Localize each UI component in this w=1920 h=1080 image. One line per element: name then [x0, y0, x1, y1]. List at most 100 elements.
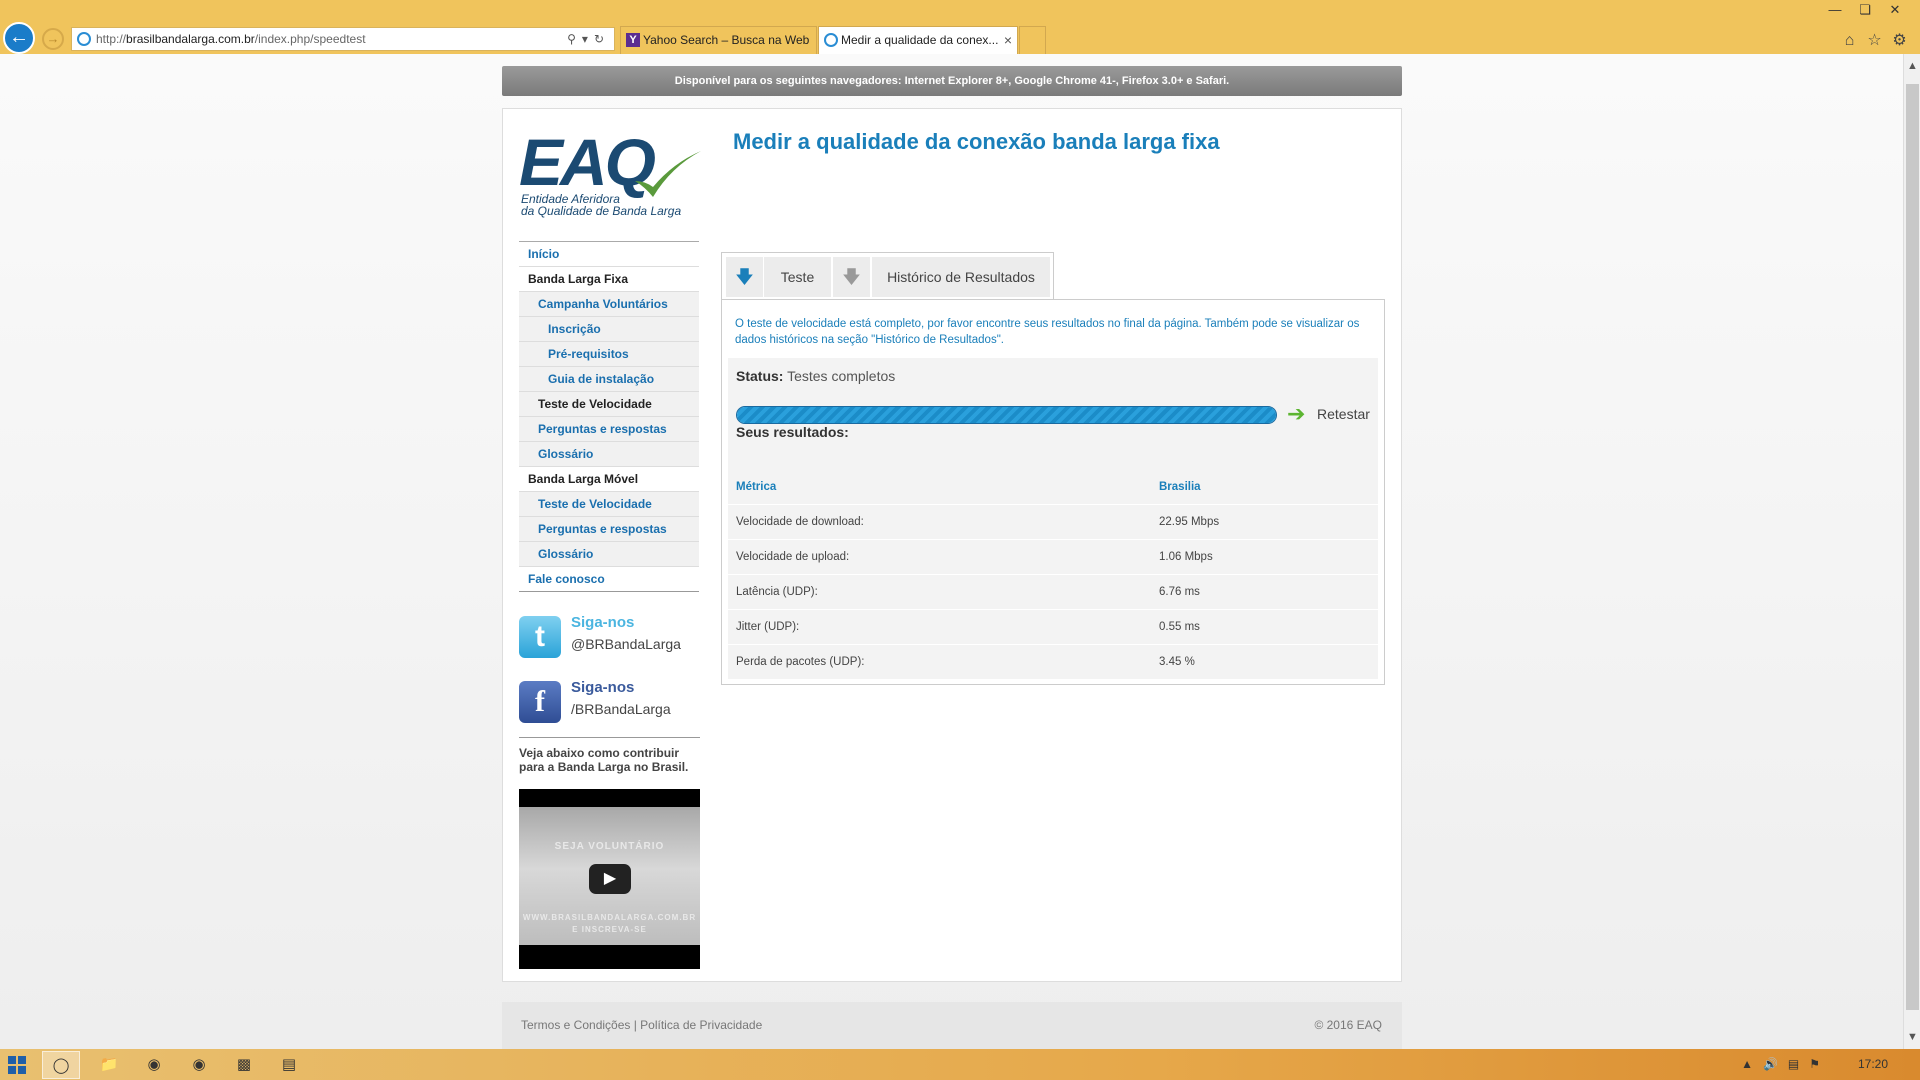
sidebar-item: Teste de Velocidade — [519, 392, 699, 417]
sidebar-item[interactable]: Glossário — [519, 542, 699, 567]
ie-icon — [824, 33, 838, 47]
header-metric[interactable]: Métrica — [736, 470, 776, 505]
taskbar-chrome-icon[interactable]: ◉ — [135, 1051, 173, 1079]
progress-fill — [737, 407, 1276, 423]
sidebar-item[interactable]: Guia de instalação — [519, 367, 699, 392]
sidebar-item: Banda Larga Móvel — [519, 467, 699, 492]
eaq-logo[interactable]: EAQ Entidade Aferidora da Qualidade de B… — [519, 129, 707, 229]
results-table: Métrica Brasilia Velocidade de download:… — [728, 470, 1378, 680]
twitter-follow[interactable]: t Siga-nos @BRBandaLarga — [519, 614, 709, 662]
windows-start-icon[interactable] — [8, 1056, 26, 1074]
taskbar-firefox-icon[interactable]: ◉ — [180, 1051, 218, 1079]
twitter-bird-icon: t — [519, 616, 561, 658]
gear-icon[interactable]: ⚙ — [1887, 30, 1912, 50]
sidebar-item[interactable]: Perguntas e respostas — [519, 417, 699, 442]
url-host: brasilbandalarga.com.br — [126, 32, 255, 46]
header-location[interactable]: Brasilia — [1159, 470, 1201, 505]
status-box: Status: Testes completos ➔ Retestar Seus… — [728, 358, 1378, 472]
test-tabs: 🡇 Teste 🡇 Histórico de Resultados — [721, 252, 1054, 300]
tab-yahoo[interactable]: Y Yahoo Search – Busca na Web — [620, 26, 817, 54]
facebook-icon: f — [519, 681, 561, 723]
close-window-icon[interactable]: ✕ — [1880, 2, 1910, 18]
dropdown-icon[interactable]: ▾ — [582, 32, 594, 46]
url-path: /index.php/speedtest — [254, 32, 366, 46]
url-prefix: http:// — [96, 32, 127, 46]
taskbar-clock[interactable]: 17:20 — [1858, 1057, 1888, 1071]
scroll-up-icon[interactable]: ▲ — [1904, 60, 1920, 72]
metric-value: 22.95 Mbps — [1159, 516, 1220, 528]
new-tab-button[interactable] — [1019, 26, 1046, 54]
test-panel: O teste de velocidade está completo, por… — [721, 299, 1385, 685]
logo-line2: da Qualidade de Banda Larga — [521, 204, 682, 218]
page-viewport: Disponível para os seguintes navegadores… — [0, 54, 1903, 1049]
taskbar-cmd-icon[interactable]: ▩ — [225, 1051, 263, 1079]
system-tray[interactable]: ▲🔊▤⚑ — [1741, 1057, 1830, 1071]
forward-button[interactable]: → — [42, 28, 64, 50]
twitter-handle: @BRBandaLarga — [571, 636, 681, 652]
contribute-text: Veja abaixo como contribuir para a Banda… — [519, 746, 689, 774]
facebook-title: Siga-nos — [571, 679, 635, 696]
yahoo-icon: Y — [626, 33, 640, 47]
address-tools: ⚲▾↻ — [567, 28, 610, 50]
progress-bar — [736, 406, 1277, 424]
sidebar-item[interactable]: Glossário — [519, 442, 699, 467]
metric-name: Latência (UDP): — [736, 586, 818, 598]
sidebar-item[interactable]: Perguntas e respostas — [519, 517, 699, 542]
video-player[interactable]: SEJA VOLUNTÁRIO WWW.BRASILBANDALARGA.COM… — [519, 789, 700, 969]
minimize-icon[interactable]: — — [1820, 2, 1850, 17]
tab-teste[interactable]: Teste — [764, 257, 832, 297]
facebook-follow[interactable]: f Siga-nos /BRBandaLarga — [519, 679, 709, 727]
copyright: © 2016 EAQ — [1314, 1018, 1382, 1032]
sidebar-divider — [519, 737, 700, 738]
sidebar-item[interactable]: Pré-requisitos — [519, 342, 699, 367]
page-title: Medir a qualidade da conexão banda larga… — [733, 129, 1220, 154]
address-bar[interactable]: http://brasilbandalarga.com.br/index.php… — [71, 27, 615, 51]
taskbar-ie-icon[interactable]: ◯ — [42, 1051, 80, 1079]
back-button[interactable]: ← — [3, 22, 35, 54]
search-icon[interactable]: ⚲ — [567, 32, 582, 46]
browser-notice: Disponível para os seguintes navegadores… — [502, 66, 1402, 96]
favorites-star-icon[interactable]: ☆ — [1862, 30, 1887, 50]
browser-nav-icons: ⌂ ☆ ⚙ — [1837, 30, 1912, 50]
sidebar-item[interactable]: Teste de Velocidade — [519, 492, 699, 517]
close-tab-icon[interactable]: × — [1004, 27, 1012, 53]
table-row: Jitter (UDP): 0.55 ms — [728, 610, 1378, 645]
taskbar-notepad-icon[interactable]: ▤ — [270, 1051, 308, 1079]
video-caption-1: SEJA VOLUNTÁRIO — [554, 841, 665, 852]
table-row: Perda de pacotes (UDP): 3.45 % — [728, 645, 1378, 680]
tab-historico[interactable]: Histórico de Resultados — [872, 257, 1051, 297]
ie-page-icon — [77, 32, 91, 46]
sidebar-item[interactable]: Inscrição — [519, 317, 699, 342]
facebook-handle: /BRBandaLarga — [571, 701, 671, 717]
sidebar-item[interactable]: Campanha Voluntários — [519, 292, 699, 317]
tab-speedtest[interactable]: Medir a qualidade da conex... × — [818, 26, 1018, 54]
scroll-down-icon[interactable]: ▼ — [1904, 1031, 1920, 1043]
scroll-thumb[interactable] — [1906, 84, 1919, 1010]
twitter-title: Siga-nos — [571, 614, 635, 631]
footer-links[interactable]: Termos e Condições | Política de Privaci… — [521, 1018, 762, 1032]
table-row: Latência (UDP): 6.76 ms — [728, 575, 1378, 610]
refresh-icon[interactable]: ↻ — [594, 32, 610, 46]
metric-value: 1.06 Mbps — [1159, 551, 1213, 563]
vertical-scrollbar[interactable]: ▲ ▼ — [1903, 54, 1920, 1049]
retest-button[interactable]: ➔ Retestar — [1287, 402, 1370, 426]
status-label: Status: — [736, 368, 784, 384]
page-footer: Termos e Condições | Política de Privaci… — [502, 1002, 1402, 1049]
video-caption-3: E INSCREVA-SE — [572, 925, 647, 934]
play-icon[interactable]: ▶ — [589, 864, 631, 894]
metric-value: 3.45 % — [1159, 656, 1195, 668]
retest-label: Retestar — [1317, 406, 1370, 422]
taskbar-explorer-icon[interactable]: 📁 — [90, 1051, 128, 1079]
sidebar-nav: Início Banda Larga Fixa Campanha Voluntári… — [519, 241, 699, 592]
window-controls: — ❏ ✕ — [1820, 2, 1910, 18]
sidebar-item[interactable]: Início — [519, 242, 699, 267]
video-caption-2: WWW.BRASILBANDALARGA.COM.BR — [522, 913, 697, 922]
arrow-right-icon: ➔ — [1287, 401, 1306, 426]
download-arrow-gray-icon: 🡇 — [833, 257, 871, 297]
sidebar-item[interactable]: Fale conosco — [519, 567, 699, 592]
home-icon[interactable]: ⌂ — [1837, 32, 1862, 50]
status-value: Testes completos — [787, 368, 896, 384]
browser-toolbar: ← → http://brasilbandalarga.com.br/index… — [0, 0, 1920, 54]
restore-icon[interactable]: ❏ — [1850, 2, 1880, 18]
content-card: EAQ Entidade Aferidora da Qualidade de B… — [502, 108, 1402, 982]
